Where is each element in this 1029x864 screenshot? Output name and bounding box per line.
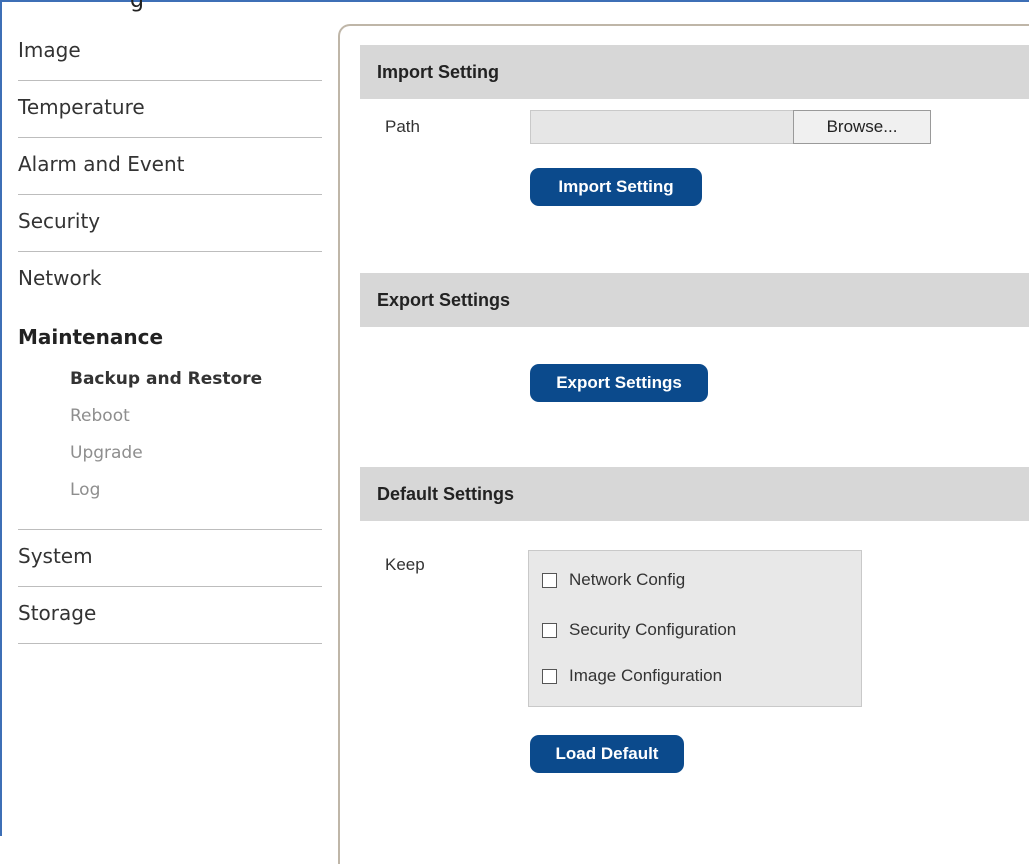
defaults-section-header: Default Settings — [360, 467, 1029, 521]
content-panel — [338, 24, 1029, 864]
option-network-config[interactable]: Network Config — [542, 568, 685, 592]
sidebar-item-system[interactable]: System — [18, 530, 322, 587]
browse-button[interactable]: Browse... — [793, 110, 931, 144]
export-section-header: Export Settings — [360, 273, 1029, 327]
sidebar-item-storage[interactable]: Storage — [18, 587, 322, 644]
load-default-button[interactable]: Load Default — [530, 735, 684, 773]
sidebar-item-maintenance[interactable]: Maintenance — [18, 309, 322, 351]
network-config-label: Network Config — [569, 570, 686, 589]
network-config-checkbox[interactable] — [542, 572, 557, 588]
sidebar-item-temperature[interactable]: Temperature — [18, 81, 322, 138]
import-setting-button[interactable]: Import Setting — [530, 168, 702, 206]
keep-options-box: Network Config Security Configuration Im… — [528, 550, 862, 707]
sidebar-subitem-reboot[interactable]: Reboot — [18, 398, 322, 435]
window-left-border — [0, 0, 2, 836]
path-input[interactable] — [530, 110, 794, 144]
image-configuration-label: Image Configuration — [569, 666, 723, 685]
image-configuration-checkbox[interactable] — [542, 668, 557, 684]
sidebar-group-maintenance: Maintenance Backup and Restore Reboot Up… — [18, 309, 322, 530]
security-configuration-checkbox[interactable] — [542, 622, 557, 638]
sidebar-item-network[interactable]: Network — [18, 252, 322, 309]
sidebar-subitem-backup-and-restore[interactable]: Backup and Restore — [18, 361, 322, 398]
sidebar-nav: Image Temperature Alarm and Event Securi… — [18, 24, 322, 644]
window-top-border — [0, 0, 1029, 2]
option-security-configuration[interactable]: Security Configuration — [542, 618, 736, 642]
option-image-configuration[interactable]: Image Configuration — [542, 664, 722, 688]
import-section-header: Import Setting — [360, 45, 1029, 99]
sidebar-item-security[interactable]: Security — [18, 195, 322, 252]
keep-label: Keep — [385, 555, 425, 574]
sidebar-subitem-upgrade[interactable]: Upgrade — [18, 435, 322, 472]
sidebar-item-alarm-and-event[interactable]: Alarm and Event — [18, 138, 322, 195]
sidebar-item-image[interactable]: Image — [18, 24, 322, 81]
window-title-fragment: g — [130, 0, 144, 13]
sidebar-subitem-log[interactable]: Log — [18, 472, 322, 509]
path-label: Path — [385, 117, 420, 136]
export-settings-button[interactable]: Export Settings — [530, 364, 708, 402]
security-configuration-label: Security Configuration — [569, 620, 737, 639]
